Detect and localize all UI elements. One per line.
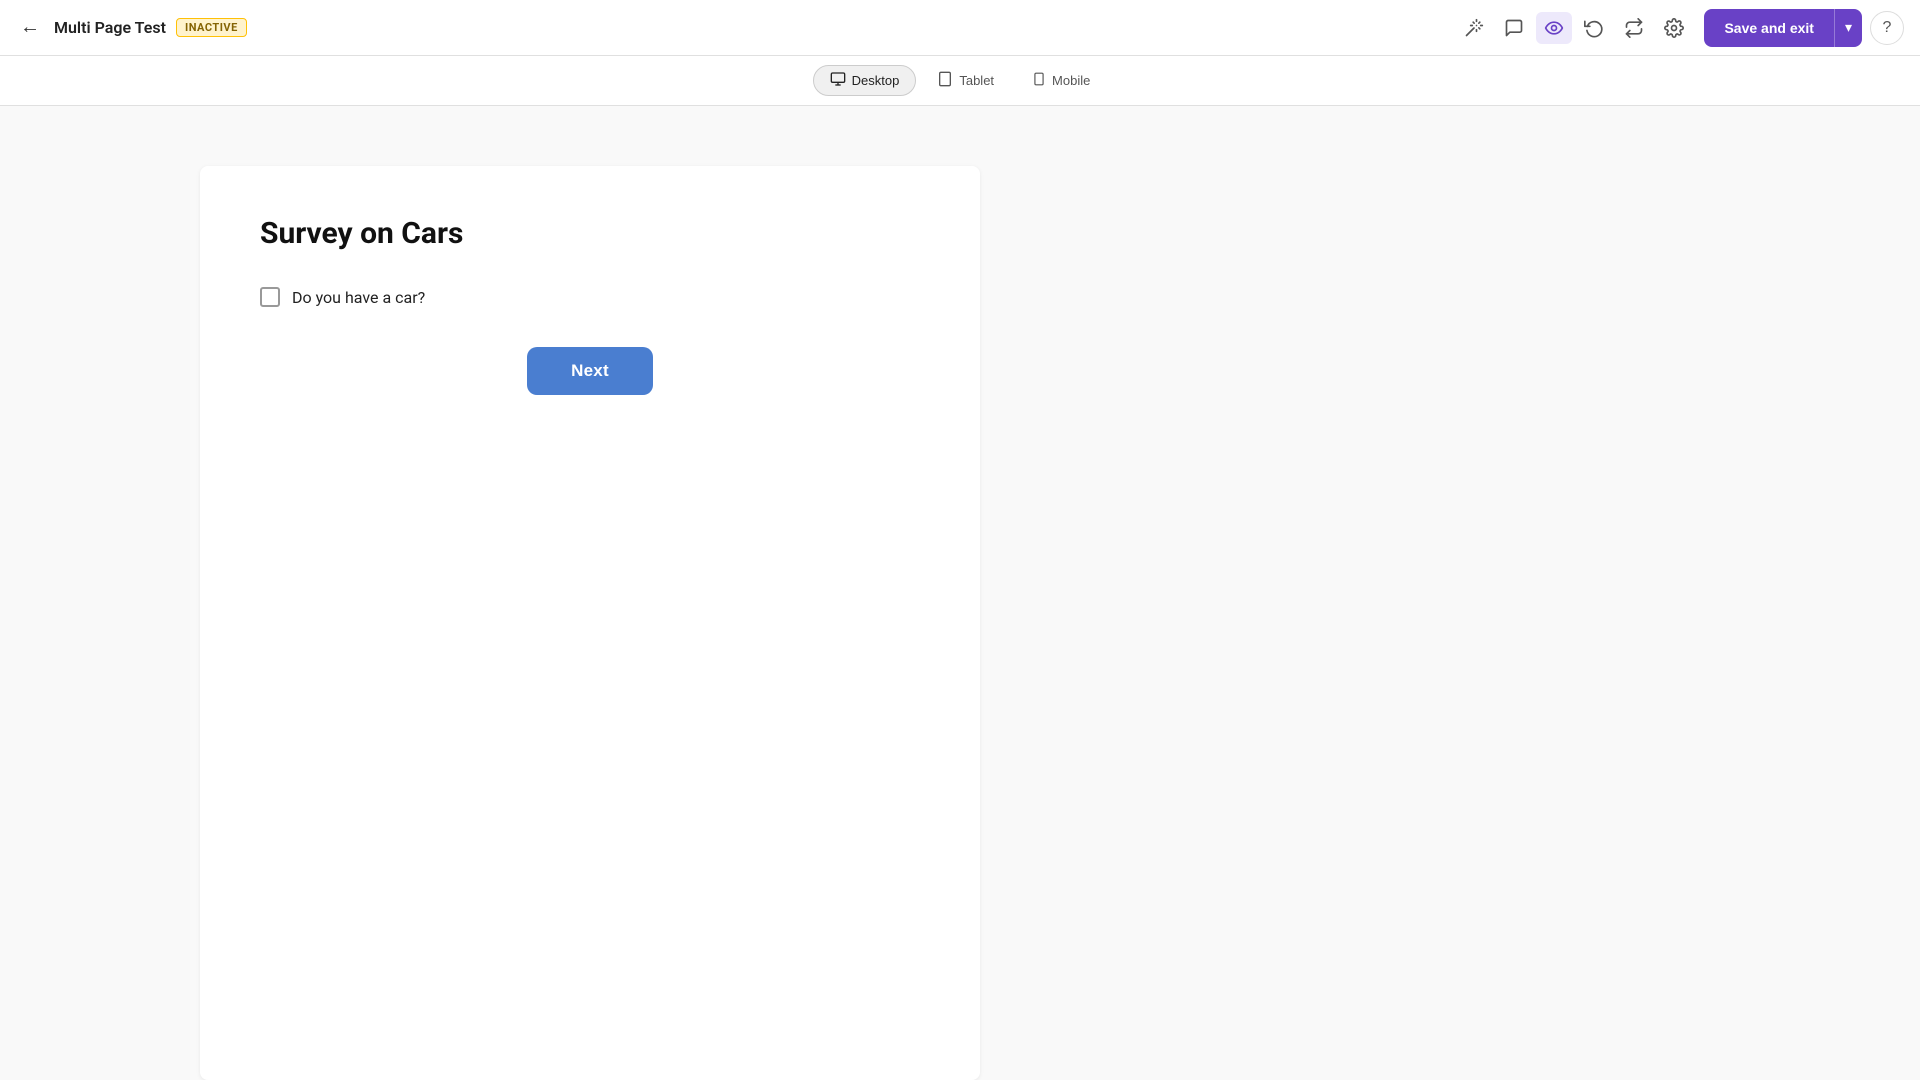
history-icon (1584, 18, 1604, 38)
save-exit-dropdown-button[interactable]: ▾ (1834, 9, 1862, 47)
flow-icon-button[interactable] (1616, 12, 1652, 44)
survey-title: Survey on Cars (260, 216, 920, 251)
status-badge: INACTIVE (176, 18, 247, 37)
next-button-row: Next (260, 347, 920, 395)
comment-icon (1504, 18, 1524, 38)
device-label-tablet: Tablet (959, 73, 994, 88)
save-exit-button[interactable]: Save and exit (1704, 9, 1834, 47)
desktop-icon (830, 71, 846, 90)
back-button[interactable]: ← (16, 12, 44, 43)
header-left: ← Multi Page Test INACTIVE (16, 12, 1444, 43)
eye-icon (1544, 18, 1564, 38)
help-button[interactable]: ? (1870, 11, 1904, 45)
question-label: Do you have a car? (292, 288, 425, 307)
mobile-icon (1032, 71, 1046, 90)
question-row: Do you have a car? (260, 287, 920, 307)
page-title: Multi Page Test (54, 18, 166, 37)
eye-icon-button[interactable] (1536, 12, 1572, 44)
history-icon-button[interactable] (1576, 12, 1612, 44)
chevron-down-icon: ▾ (1845, 19, 1852, 36)
tablet-icon (937, 71, 953, 90)
survey-container: Survey on Cars Do you have a car? Next (200, 166, 980, 1080)
comment-icon-button[interactable] (1496, 12, 1532, 44)
settings-icon (1664, 18, 1684, 38)
main-content: Survey on Cars Do you have a car? Next (0, 106, 1920, 1080)
next-button[interactable]: Next (527, 347, 653, 395)
header-right: Save and exit ▾ ? (1704, 9, 1904, 47)
back-icon: ← (20, 16, 40, 39)
save-exit-group: Save and exit ▾ (1704, 9, 1862, 47)
device-button-mobile[interactable]: Mobile (1015, 65, 1107, 96)
question-checkbox[interactable] (260, 287, 280, 307)
device-label-desktop: Desktop (852, 73, 900, 88)
header-center-icons (1456, 12, 1692, 44)
device-button-tablet[interactable]: Tablet (920, 65, 1011, 96)
flow-icon (1624, 18, 1644, 38)
header: ← Multi Page Test INACTIVE Save and exit… (0, 0, 1920, 56)
magic-icon (1464, 18, 1484, 38)
device-label-mobile: Mobile (1052, 73, 1090, 88)
settings-icon-button[interactable] (1656, 12, 1692, 44)
device-bar: Desktop Tablet Mobile (0, 56, 1920, 106)
device-button-desktop[interactable]: Desktop (813, 65, 917, 96)
magic-icon-button[interactable] (1456, 12, 1492, 44)
